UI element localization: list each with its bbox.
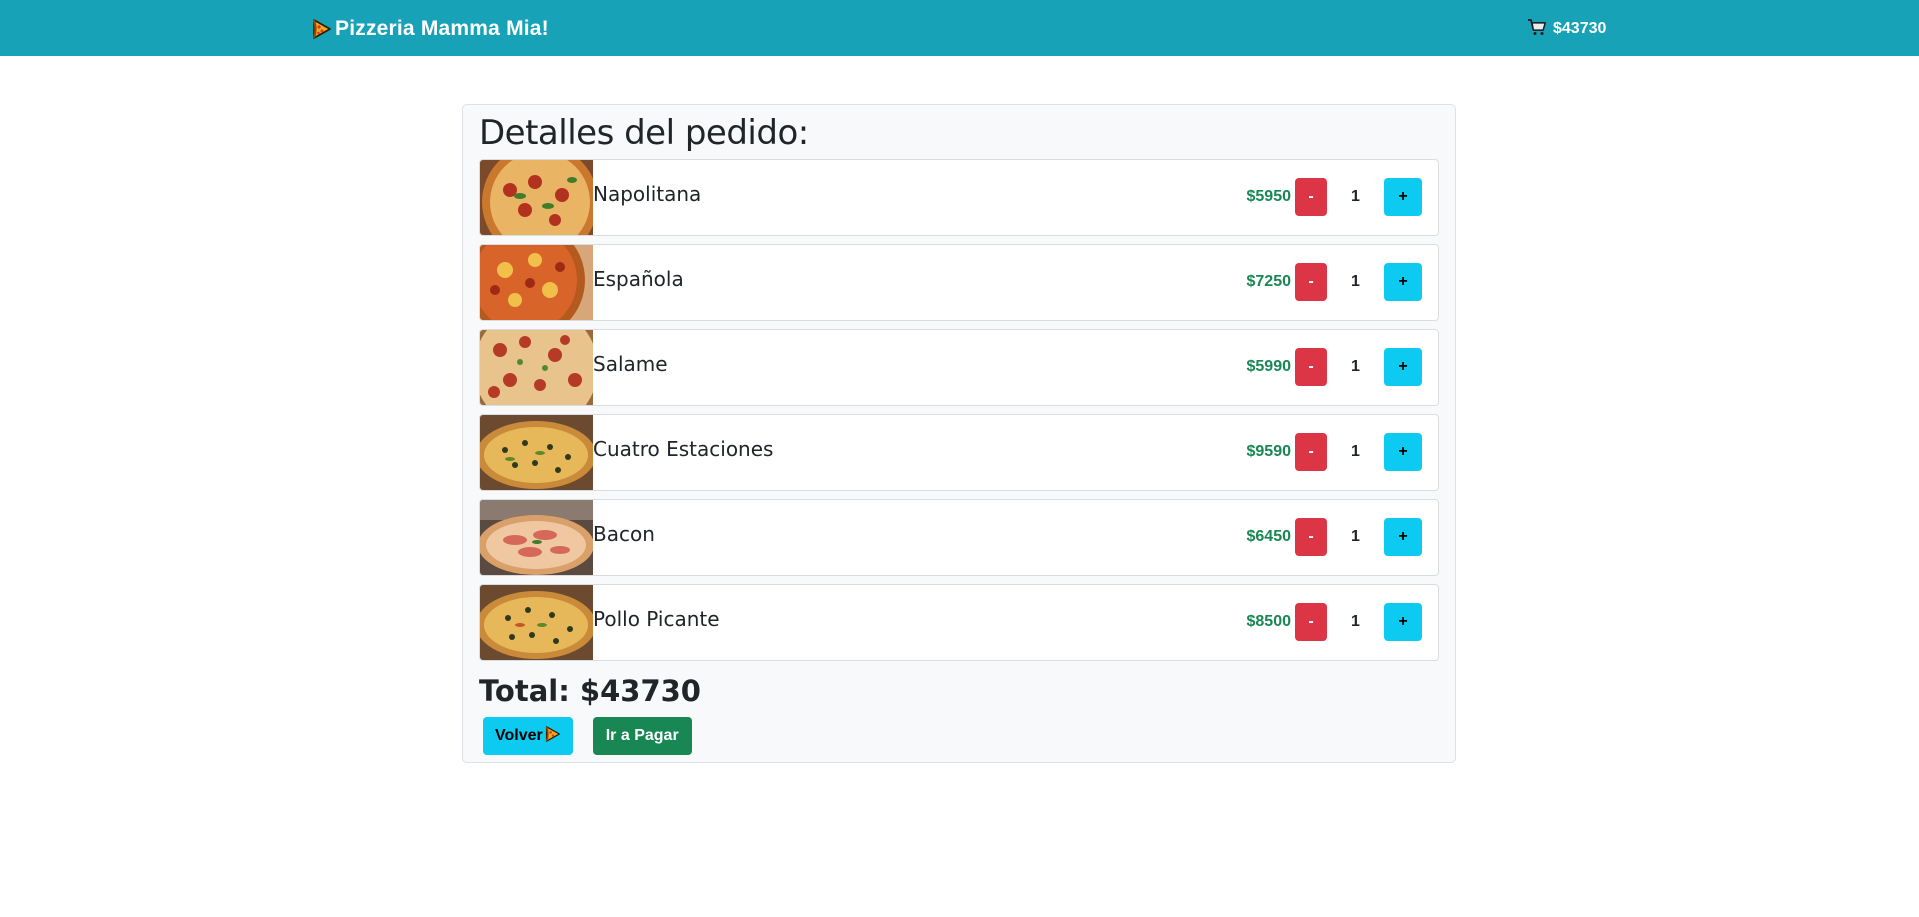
item-quantity: 1	[1351, 613, 1360, 630]
shopping-cart-icon	[1527, 18, 1547, 41]
item-price: $5990	[1246, 358, 1292, 375]
brand-title: Pizzeria Mamma Mia!	[335, 17, 549, 40]
back-button[interactable]: Volver	[483, 717, 573, 755]
order-items-list: Napolitana $5950 - 1 + Española $7250 - …	[479, 159, 1439, 669]
item-name: Napolitana	[593, 182, 702, 206]
order-item: Española $7250 - 1 +	[479, 244, 1439, 321]
cart-total: $43730	[1553, 20, 1607, 37]
increase-quantity-button[interactable]: +	[1384, 518, 1422, 556]
order-title: Detalles del pedido:	[479, 113, 809, 153]
item-controls: $5990 - 1 +	[1246, 348, 1422, 386]
brand-link[interactable]: Pizzeria Mamma Mia!	[312, 15, 549, 43]
back-button-label: Volver	[495, 727, 543, 744]
pizza-image	[480, 415, 593, 490]
item-controls: $9590 - 1 +	[1246, 433, 1422, 471]
item-price: $6450	[1246, 528, 1292, 545]
item-quantity: 1	[1351, 443, 1360, 460]
item-price: $5950	[1246, 188, 1292, 205]
pizza-slice-icon	[545, 725, 561, 748]
order-actions: Volver Ir a Pagar	[483, 717, 692, 755]
decrease-quantity-button[interactable]: -	[1295, 178, 1327, 216]
navbar: Pizzeria Mamma Mia! $43730	[0, 0, 1919, 56]
decrease-quantity-button[interactable]: -	[1295, 348, 1327, 386]
item-price: $9590	[1246, 443, 1292, 460]
item-controls: $6450 - 1 +	[1246, 518, 1422, 556]
pizza-image	[480, 160, 593, 235]
order-item: Bacon $6450 - 1 +	[479, 499, 1439, 576]
item-name: Cuatro Estaciones	[593, 437, 774, 461]
decrease-quantity-button[interactable]: -	[1295, 603, 1327, 641]
decrease-quantity-button[interactable]: -	[1295, 263, 1327, 301]
item-quantity: 1	[1351, 528, 1360, 545]
item-quantity: 1	[1351, 273, 1360, 290]
increase-quantity-button[interactable]: +	[1384, 178, 1422, 216]
cart-link[interactable]: $43730	[1527, 18, 1606, 40]
item-name: Bacon	[593, 522, 655, 546]
item-quantity: 1	[1351, 358, 1360, 375]
item-controls: $5950 - 1 +	[1246, 178, 1422, 216]
item-name: Salame	[593, 352, 668, 376]
increase-quantity-button[interactable]: +	[1384, 433, 1422, 471]
pizza-image	[480, 500, 593, 575]
pay-button[interactable]: Ir a Pagar	[592, 717, 692, 755]
pizza-image	[480, 245, 593, 320]
pizza-image	[480, 585, 593, 660]
item-controls: $8500 - 1 +	[1246, 603, 1422, 641]
pizza-slice-icon	[312, 18, 332, 40]
order-item: Pollo Picante $8500 - 1 +	[479, 584, 1439, 661]
order-item: Napolitana $5950 - 1 +	[479, 159, 1439, 236]
increase-quantity-button[interactable]: +	[1384, 603, 1422, 641]
item-quantity: 1	[1351, 188, 1360, 205]
item-name: Española	[593, 267, 684, 291]
increase-quantity-button[interactable]: +	[1384, 263, 1422, 301]
item-name: Pollo Picante	[593, 607, 720, 631]
item-controls: $7250 - 1 +	[1246, 263, 1422, 301]
decrease-quantity-button[interactable]: -	[1295, 433, 1327, 471]
decrease-quantity-button[interactable]: -	[1295, 518, 1327, 556]
pizza-image	[480, 330, 593, 405]
item-price: $7250	[1246, 273, 1292, 290]
order-card: Detalles del pedido: Napolitana $5950 - …	[462, 104, 1456, 763]
item-price: $8500	[1246, 613, 1292, 630]
increase-quantity-button[interactable]: +	[1384, 348, 1422, 386]
order-item: Salame $5990 - 1 +	[479, 329, 1439, 406]
order-item: Cuatro Estaciones $9590 - 1 +	[479, 414, 1439, 491]
order-total: Total: $43730	[479, 674, 701, 708]
